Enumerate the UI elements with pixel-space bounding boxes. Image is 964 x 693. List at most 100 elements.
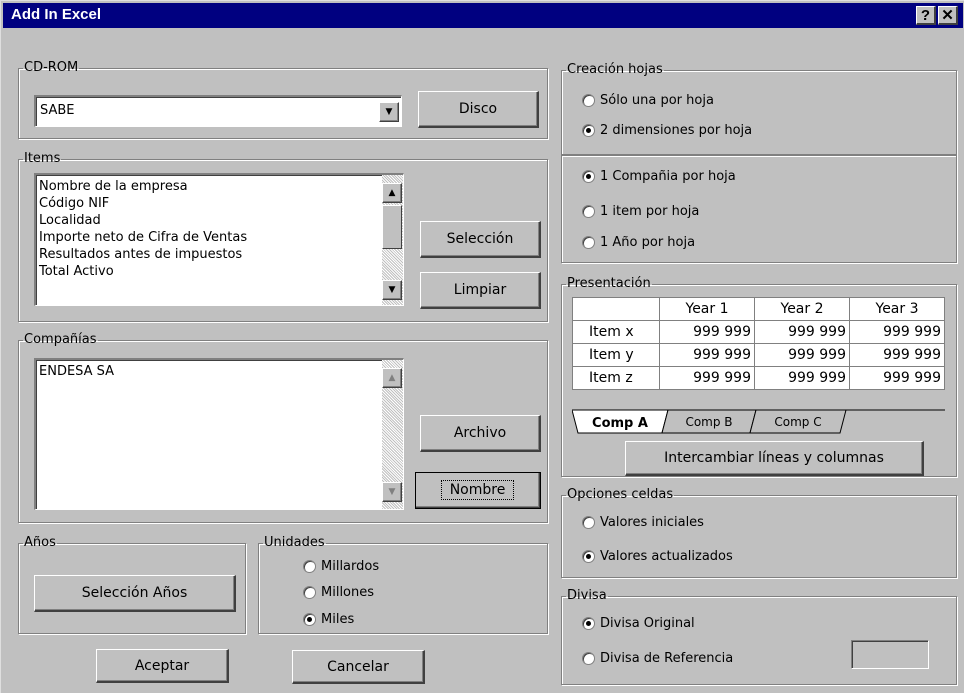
radio-icon [582,652,595,665]
presentacion-grid: Year 1 Year 2 Year 3 Item x 999 999 999 … [572,297,945,390]
chevron-down-icon[interactable]: ▼ [379,102,399,122]
column-header: Year 2 [754,297,850,321]
list-item[interactable]: Nombre de la empresa [39,178,247,195]
anios-legend: Años [24,535,56,550]
radio-icon [303,560,316,573]
tab-label: Comp B [685,415,732,429]
items-legend: Items [24,151,61,166]
radio-icon [582,236,595,249]
presentacion-legend: Presentación [567,276,651,291]
list-item[interactable]: Código NIF [39,195,247,212]
radio-valores-iniciales[interactable]: Valores iniciales [582,515,704,530]
tab-label: Comp C [774,415,821,429]
grid-header-row: Year 1 Year 2 Year 3 [572,297,945,321]
intercambiar-button[interactable]: Intercambiar líneas y columnas [625,441,924,476]
radio-anio-por-hoja[interactable]: 1 Año por hoja [582,235,695,250]
scroll-down-icon[interactable]: ▼ [382,280,402,300]
seleccion-button[interactable]: Selección [420,221,541,258]
nombre-button[interactable]: Nombre [415,472,541,509]
close-button[interactable]: ✕ [938,6,958,25]
radio-item-por-hoja[interactable]: 1 item por hoja [582,204,699,219]
radio-icon [303,586,316,599]
list-item[interactable]: Importe neto de Cifra de Ventas [39,229,247,246]
radio-label: 1 item por hoja [600,204,700,219]
items-listbox[interactable]: Nombre de la empresa Código NIF Localida… [34,173,404,306]
limpiar-button[interactable]: Limpiar [420,272,541,309]
table-row: Item x 999 999 999 999 999 999 [572,320,945,344]
radio-selected-icon [582,170,595,183]
cdrom-combobox[interactable]: SABE ▼ [34,95,402,127]
window-title: Add In Excel [11,6,102,23]
radio-2-dimensiones[interactable]: 2 dimensiones por hoja [582,123,752,138]
tab-comp-b[interactable]: Comp B [661,409,757,434]
grid-cell: 999 999 [754,366,850,390]
radio-label: 1 Compañia por hoja [600,169,736,184]
radio-icon [582,205,595,218]
tab-comp-c[interactable]: Comp C [749,409,847,434]
cdrom-selected-value: SABE [40,103,75,118]
seleccion-anios-button[interactable]: Selección Años [34,575,236,612]
scroll-up-icon[interactable]: ▲ [382,368,402,388]
grid-cell: 999 999 [659,366,755,390]
row-header: Item x [572,320,660,344]
radio-icon [582,516,595,529]
radio-label: Divisa de Referencia [600,651,734,666]
radio-solo-una[interactable]: Sólo una por hoja [582,93,714,108]
title-bar: Add In Excel ? ✕ [3,3,963,28]
radio-selected-icon [582,550,595,563]
radio-divisa-referencia[interactable]: Divisa de Referencia [582,651,733,666]
items-scroll-thumb[interactable] [382,205,402,249]
creacion-hojas-group: Creación hojas [561,63,957,155]
radio-miles[interactable]: Miles [303,612,354,627]
list-item[interactable]: ENDESA SA [39,363,114,380]
divisa-referencia-field[interactable] [851,640,929,669]
tab-label: Comp A [592,416,648,431]
radio-label: Millones [321,585,375,600]
list-item[interactable]: Resultados antes de impuestos [39,246,247,263]
radio-label: Divisa Original [600,616,695,631]
radio-selected-icon [303,613,316,626]
archivo-button[interactable]: Archivo [420,415,541,452]
aceptar-button[interactable]: Aceptar [96,649,229,683]
radio-millones[interactable]: Millones [303,585,374,600]
grid-cell: 999 999 [849,320,945,344]
radio-selected-icon [582,124,595,137]
scroll-down-icon[interactable]: ▼ [382,482,402,502]
radio-label: 2 dimensiones por hoja [600,123,753,138]
companias-legend: Compañías [24,332,97,347]
unidades-group: Unidades [258,536,548,634]
help-button[interactable]: ? [916,6,936,25]
column-header: Year 1 [659,297,755,321]
creacion-hojas-legend: Creación hojas [567,62,663,77]
companias-listbox[interactable]: ENDESA SA ▲ ▼ [34,358,404,510]
radio-millardos[interactable]: Millardos [303,559,379,574]
table-row: Item y 999 999 999 999 999 999 [572,343,945,367]
grid-cell: 999 999 [754,343,850,367]
sheet-tabs: Comp A Comp B Comp C [572,409,945,434]
radio-label: Millardos [321,559,380,574]
radio-label: Sólo una por hoja [600,93,714,108]
radio-compania-por-hoja[interactable]: 1 Compañia por hoja [582,169,736,184]
row-header: Item y [572,343,660,367]
cdrom-legend: CD-ROM [24,60,79,75]
unidades-legend: Unidades [264,535,325,550]
add-in-excel-dialog: Add In Excel ? ✕ CD-ROM SABE ▼ Disco Ite… [0,0,964,693]
row-header: Item z [572,366,660,390]
radio-label: 1 Año por hoja [600,235,696,250]
opciones-celdas-legend: Opciones celdas [567,487,674,502]
radio-label: Valores actualizados [600,549,733,564]
list-item[interactable]: Localidad [39,212,247,229]
radio-valores-actualizados[interactable]: Valores actualizados [582,549,733,564]
cancelar-button[interactable]: Cancelar [292,650,425,684]
list-item[interactable]: Total Activo [39,263,247,280]
column-header: Year 3 [849,297,945,321]
table-row: Item z 999 999 999 999 999 999 [572,366,945,390]
radio-divisa-original[interactable]: Divisa Original [582,616,695,631]
grid-corner-cell [572,297,660,321]
disco-button[interactable]: Disco [418,91,539,128]
scroll-up-icon[interactable]: ▲ [382,183,402,203]
grid-cell: 999 999 [659,343,755,367]
opciones-celdas-group: Opciones celdas [561,488,957,578]
grid-cell: 999 999 [659,320,755,344]
tab-comp-a[interactable]: Comp A [572,409,669,434]
